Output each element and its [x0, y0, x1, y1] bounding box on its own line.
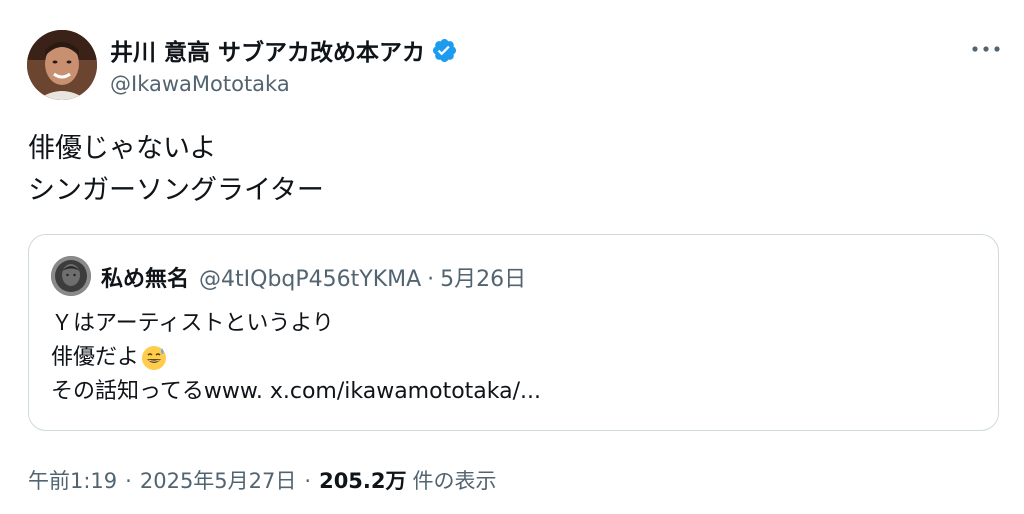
meta-separator: ·	[304, 469, 312, 493]
quote-separator: ·	[427, 267, 435, 292]
quote-author-name[interactable]: 私め無名	[101, 261, 189, 293]
quote-author-handle[interactable]: @4tIQbqP456tYKMA	[199, 267, 421, 292]
verified-badge-icon[interactable]	[431, 37, 458, 64]
tweet-date[interactable]: 2025年5月27日	[140, 465, 297, 495]
quote-text: Ｙはアーティストというより 俳優だよ その話知ってるwww. x.com/ika…	[51, 307, 541, 409]
quote-date[interactable]: 5月26日	[440, 261, 526, 293]
quote-text-line: その話知ってるwww. x.com/ikawamototaka/...	[51, 379, 541, 404]
quote-author-avatar[interactable]	[51, 256, 91, 296]
tweet-time[interactable]: 午前1:19	[28, 465, 117, 495]
author-handle[interactable]: @IkawaMototaka	[110, 72, 290, 96]
views-count: 205.2万	[319, 469, 407, 493]
more-icon	[972, 46, 1000, 52]
tweet-meta: 午前1:19 · 2025年5月27日 · 205.2万 件の表示	[28, 465, 497, 495]
meta-separator: ·	[125, 469, 132, 493]
author-name[interactable]: 井川 意高 サブアカ改め本アカ	[110, 33, 458, 67]
tweet-text: 俳優じゃないよ シンガーソングライター	[28, 128, 324, 212]
author-avatar[interactable]	[27, 30, 97, 100]
author-name-text[interactable]: 井川 意高 サブアカ改め本アカ	[110, 33, 425, 67]
views-label: 件の表示	[412, 469, 497, 493]
quoted-tweet[interactable]: 私め無名 @4tIQbqP456tYKMA · 5月26日 Ｙはアーティストとい…	[28, 234, 999, 431]
tweet-text-line: 俳優じゃないよ	[28, 133, 217, 164]
more-options-button[interactable]	[964, 38, 1008, 60]
tweet-card: 井川 意高 サブアカ改め本アカ @IkawaMototaka 俳優じゃないよ シ…	[0, 0, 1024, 514]
quote-header: 私め無名 @4tIQbqP456tYKMA · 5月26日	[101, 261, 526, 293]
quote-text-line: Ｙはアーティストというより	[51, 311, 334, 336]
grinning-sweat-emoji-icon	[141, 345, 167, 371]
tweet-text-line: シンガーソングライター	[28, 175, 324, 206]
quote-text-line: 俳優だよ	[51, 341, 541, 375]
